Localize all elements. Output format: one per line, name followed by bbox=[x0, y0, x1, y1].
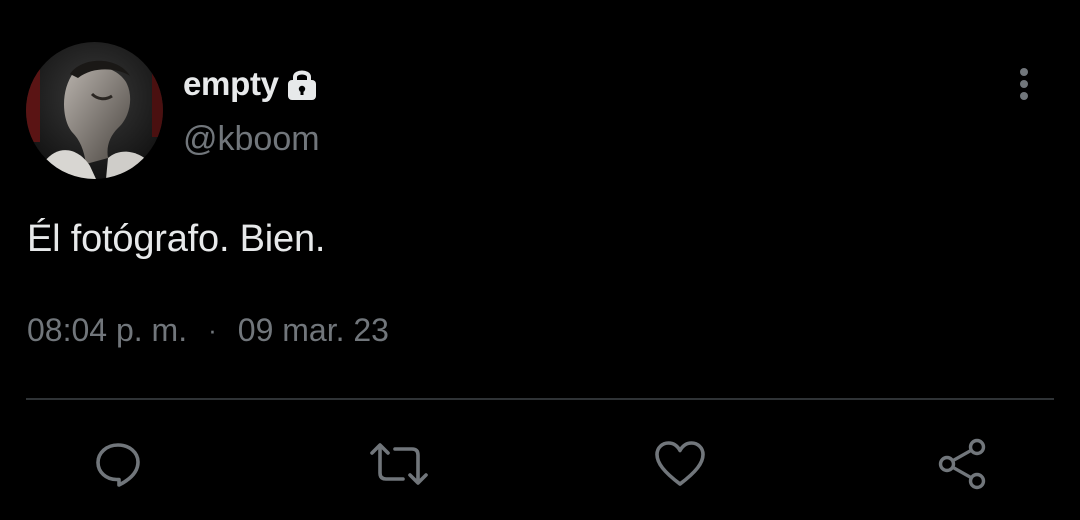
retweet-icon bbox=[369, 439, 429, 489]
reply-button[interactable] bbox=[90, 436, 146, 492]
like-button[interactable] bbox=[652, 436, 708, 492]
reply-icon bbox=[93, 439, 143, 489]
retweet-button[interactable] bbox=[369, 436, 429, 492]
name-row: empty bbox=[183, 63, 319, 105]
avatar[interactable] bbox=[26, 42, 163, 179]
lock-icon bbox=[285, 66, 319, 102]
more-vertical-icon bbox=[1018, 66, 1030, 107]
tweet-time[interactable]: 08:04 p. m. bbox=[27, 312, 187, 349]
display-name[interactable]: empty bbox=[183, 65, 279, 103]
divider bbox=[26, 398, 1054, 400]
meta-separator: · bbox=[208, 315, 217, 345]
share-button[interactable] bbox=[934, 436, 990, 492]
user-handle[interactable]: @kboom bbox=[183, 120, 320, 159]
heart-icon bbox=[654, 439, 706, 489]
tweet-detail: empty @kboom Él fotógrafo. Bien. 08:04 p… bbox=[0, 0, 1080, 520]
tweet-meta: 08:04 p. m. · 09 mar. 23 bbox=[27, 312, 389, 349]
tweet-date[interactable]: 09 mar. 23 bbox=[238, 312, 389, 349]
tweet-text: Él fotógrafo. Bien. bbox=[27, 218, 326, 260]
more-options-button[interactable] bbox=[1003, 64, 1045, 108]
share-icon bbox=[936, 438, 988, 490]
